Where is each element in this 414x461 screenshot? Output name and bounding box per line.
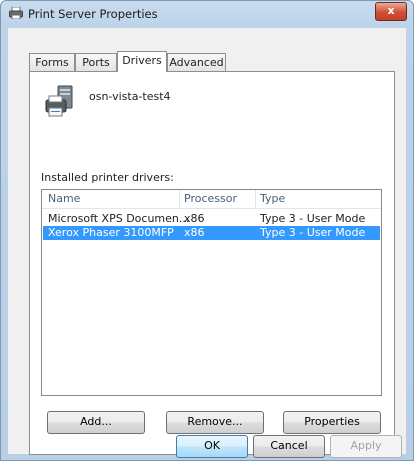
list-item-selected[interactable]: Xerox Phaser 3100MFP x86 Type 3 - User M… (43, 226, 380, 240)
ok-button[interactable]: OK (176, 435, 248, 458)
server-name: osn-vista-test4 (89, 90, 171, 103)
driver-type: Type 3 - User Mode (260, 226, 366, 239)
column-divider[interactable] (179, 190, 180, 208)
column-header-type[interactable]: Type (260, 192, 285, 205)
driver-processor: x86 (184, 212, 205, 225)
title-bar[interactable]: Print Server Properties x (1, 1, 413, 27)
printer-icon (9, 7, 23, 19)
cancel-button[interactable]: Cancel (253, 435, 325, 458)
dialog-client-area: Forms Ports Drivers Advanced osn-vista-t… (8, 28, 406, 458)
drivers-list[interactable]: Name Processor Type Microsoft XPS Docume… (41, 189, 382, 396)
driver-processor: x86 (184, 226, 205, 239)
column-header-processor[interactable]: Processor (184, 192, 237, 205)
remove-driver-button[interactable]: Remove... (166, 411, 264, 434)
installed-drivers-label: Installed printer drivers: (41, 171, 174, 184)
print-server-properties-window: Print Server Properties x Forms Ports Dr… (0, 0, 414, 461)
column-divider[interactable] (255, 190, 256, 208)
list-header: Name Processor Type (42, 190, 381, 209)
close-icon: x (387, 4, 395, 17)
tab-ports[interactable]: Ports (75, 53, 117, 71)
add-driver-button[interactable]: Add... (47, 411, 145, 434)
list-item[interactable]: Microsoft XPS Documen... x86 Type 3 - Us… (43, 212, 380, 226)
drivers-tab-panel: osn-vista-test4 Installed printer driver… (29, 71, 395, 455)
tab-advanced[interactable]: Advanced (167, 53, 226, 71)
tab-drivers[interactable]: Drivers (117, 51, 167, 72)
column-header-name[interactable]: Name (48, 192, 80, 205)
printer-server-icon (45, 85, 73, 117)
tab-forms[interactable]: Forms (29, 53, 75, 71)
driver-properties-button[interactable]: Properties (283, 411, 381, 434)
window-title: Print Server Properties (28, 7, 158, 21)
driver-name: Microsoft XPS Documen... (48, 212, 190, 225)
close-button[interactable]: x (375, 2, 407, 21)
apply-button[interactable]: Apply (330, 435, 402, 458)
driver-type: Type 3 - User Mode (260, 212, 366, 225)
driver-name: Xerox Phaser 3100MFP (48, 226, 174, 239)
